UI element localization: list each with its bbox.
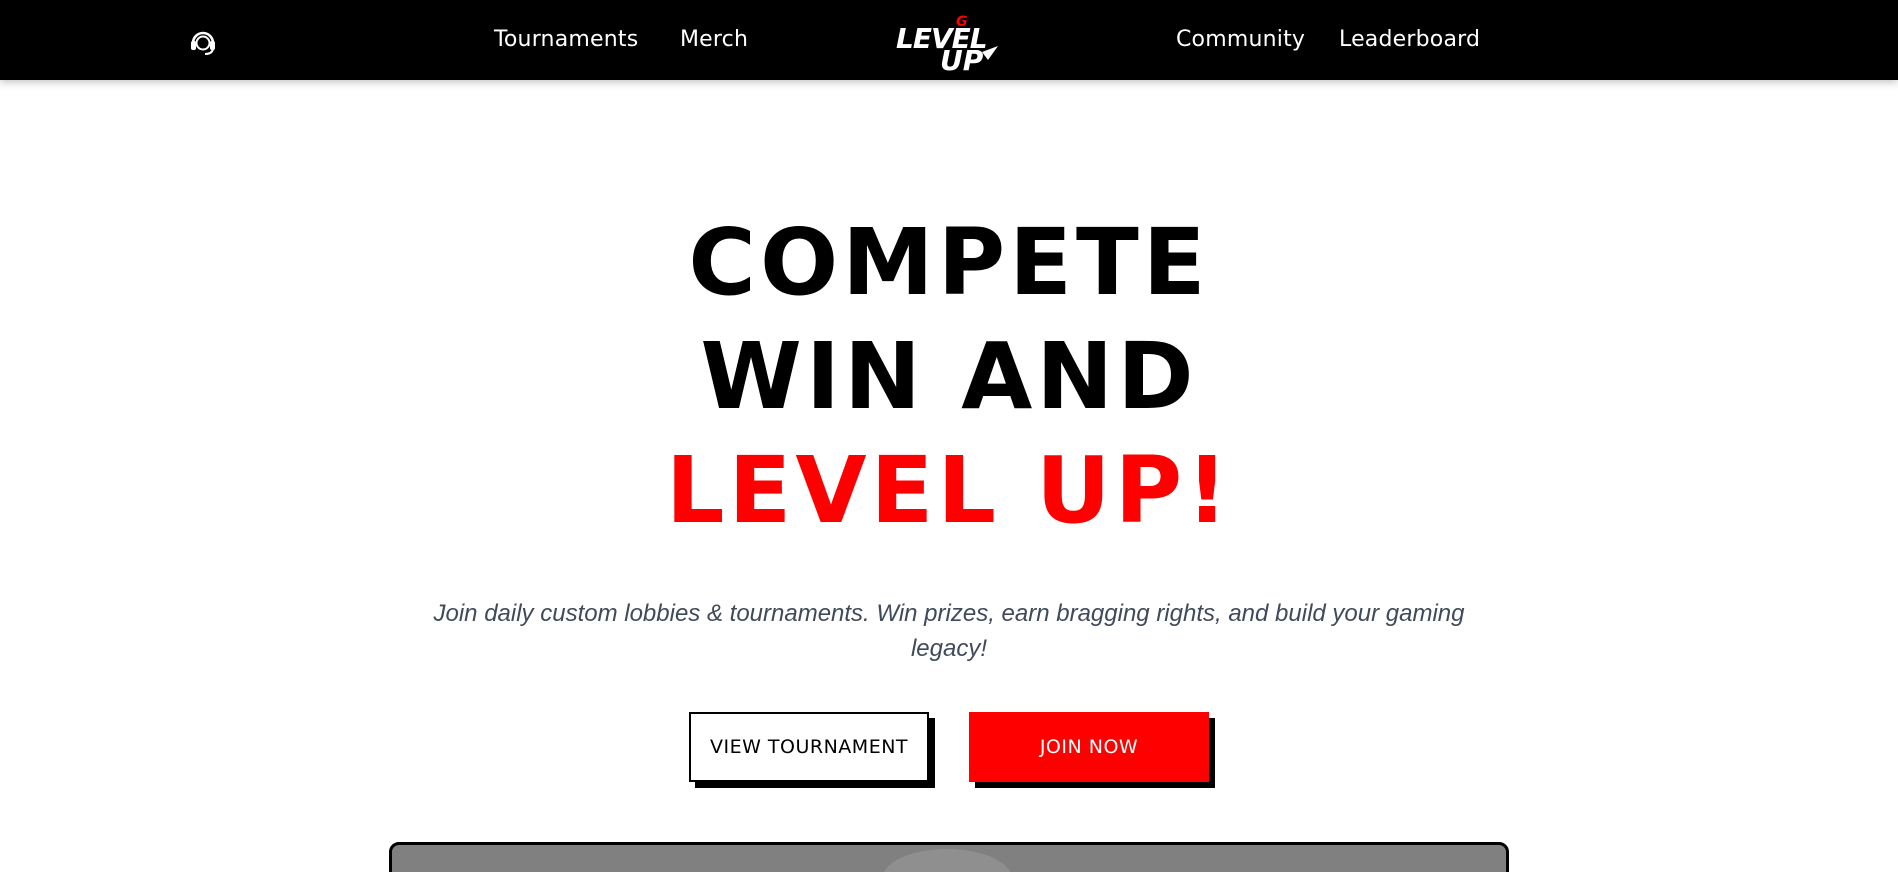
hero-line-compete: COMPETE <box>688 209 1210 316</box>
level-up-logo[interactable]: LEVEL G UP <box>892 10 1002 77</box>
hero-line-win-and: WIN AND <box>700 323 1198 430</box>
svg-text:UP: UP <box>940 44 984 72</box>
top-navbar: Tournaments Merch LEVEL G UP Community L… <box>0 0 1898 80</box>
headset-icon[interactable] <box>188 26 218 56</box>
svg-text:G: G <box>956 14 968 30</box>
view-tournament-button[interactable]: VIEW TOURNAMENT <box>689 712 929 782</box>
nav-link-leaderboard[interactable]: Leaderboard <box>1339 26 1480 54</box>
hero-heading: COMPETE WIN AND LEVEL UP! <box>0 206 1898 548</box>
preview-figure <box>882 849 1012 872</box>
nav-link-tournaments[interactable]: Tournaments <box>494 26 638 54</box>
join-now-button[interactable]: JOIN NOW <box>969 712 1209 782</box>
hero-preview-image <box>389 842 1509 872</box>
hero-line-level-up: LEVEL UP! <box>665 437 1233 544</box>
nav-link-merch[interactable]: Merch <box>680 26 748 54</box>
nav-link-community[interactable]: Community <box>1176 26 1305 54</box>
hero-subtitle: Join daily custom lobbies & tournaments.… <box>433 600 1465 662</box>
